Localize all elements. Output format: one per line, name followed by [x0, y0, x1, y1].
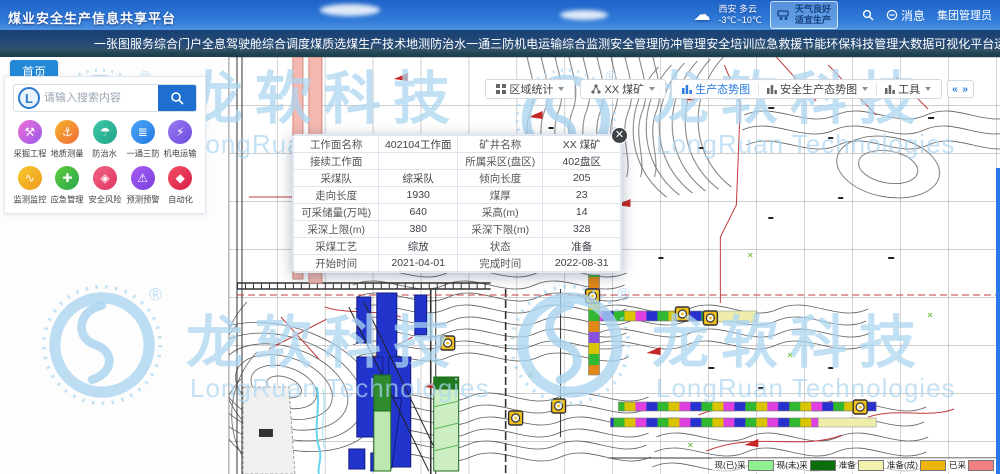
surface-gray-area — [243, 387, 295, 474]
workface-info-table: 工作面名称402104工作面 矿井名称XX 煤矿 接续工作面 所属采区(盘区)4… — [293, 135, 621, 272]
search-button[interactable] — [158, 84, 196, 112]
monitoring-icon: ∿ — [18, 166, 42, 190]
emergency-icon: ✚ — [55, 166, 79, 190]
production-weather-badge: 天气良好 适宜生产 — [770, 1, 838, 29]
search-icon[interactable] — [862, 9, 874, 21]
nav-item[interactable]: 应急救援 — [754, 35, 802, 52]
tools-button[interactable]: 工具 — [881, 81, 935, 97]
map-scrollbar[interactable] — [996, 168, 1000, 474]
tools-icon — [885, 84, 895, 94]
main-nav: 一张图服务 综合门户 全息驾驶舱 综合调度 煤质选煤 生产技术 地测防治水 一通… — [0, 30, 1000, 57]
electromechanical-icon: ⚡ — [168, 120, 192, 144]
nav-item[interactable]: 安全管理 — [610, 35, 658, 52]
longruan-logo-icon: L — [18, 87, 40, 109]
chart-icon — [682, 84, 692, 94]
message-icon — [886, 9, 898, 21]
region-stats-button[interactable]: 区域统计 — [492, 81, 568, 97]
nav-item[interactable]: 一通三防 — [466, 35, 514, 52]
region-stats-icon — [496, 84, 506, 94]
current-user[interactable]: 集团管理员 — [937, 7, 992, 23]
nav-item[interactable]: 平台运维 — [970, 35, 1000, 52]
search-input[interactable] — [44, 92, 158, 104]
app-window: { "banner": { "title": "煤业安全生产信息共享平台", "… — [0, 0, 1000, 474]
warning-icon: ⚠ — [131, 166, 155, 190]
app-yingji-guanli[interactable]: ✚应急管理 — [49, 166, 87, 206]
content-area: ® ® ® ® 龙软科技 龙软科技 LongRuan T — [0, 57, 1000, 474]
ventilation-icon: ≣ — [131, 120, 155, 144]
app-yuce-yujing[interactable]: ⚠预测预警 — [124, 166, 162, 206]
nav-item[interactable]: 综合调度 — [262, 35, 310, 52]
legend-swatch — [858, 460, 884, 471]
app-jidian-yunshu[interactable]: ⚡机电运输 — [161, 120, 199, 160]
svg-text:®: ® — [149, 284, 162, 304]
app-zidonghua[interactable]: ◆自动化 — [161, 166, 199, 206]
nav-item[interactable]: 一张图服务 — [94, 35, 154, 52]
app-anquan-fengxian[interactable]: ◈安全风险 — [86, 166, 124, 206]
mine-cart-icon — [777, 10, 791, 21]
app-yitong-sanfang[interactable]: ≣一通三防 — [124, 120, 162, 160]
legend-swatch — [810, 460, 836, 471]
mining-works-icon: ⚒ — [18, 120, 42, 144]
chevron-down-icon — [649, 87, 655, 91]
mine-node-icon — [591, 84, 601, 94]
close-icon[interactable]: ✕ — [611, 127, 628, 144]
sidebar-quick-panel: L ⚒采掘工程 ⚓地质测量 ☂防治水 ≣一通三防 ⚡机电运输 ∿监测监控 ✚应急… — [4, 76, 206, 214]
nav-item[interactable]: 全息驾驶舱 — [202, 35, 262, 52]
nav-item[interactable]: 地测防治水 — [406, 35, 466, 52]
top-banner: 煤业安全生产信息共享平台 ☁ 西安 多云 -3℃~10℃ 天气良好 适宜生产 — [0, 0, 1000, 57]
panel-collapse-button[interactable]: « » — [947, 80, 974, 98]
map-toolbar: 区域统计 XX 煤矿 生产态势图 安全生产态势图 — [485, 79, 974, 99]
app-shortcut-grid: ⚒采掘工程 ⚓地质测量 ☂防治水 ≣一通三防 ⚡机电运输 ∿监测监控 ✚应急管理… — [5, 116, 205, 210]
legend-swatch — [748, 460, 774, 471]
nav-item[interactable]: 机电运输 — [514, 35, 562, 52]
longruan-dragon-logo: ® — [40, 283, 164, 407]
safety-production-situation-button[interactable]: 安全生产态势图 — [763, 81, 872, 97]
app-fangzhishui[interactable]: ☂防治水 — [86, 120, 124, 160]
mining-status-legend: 现(已)采 现(未)采 准备 准备(成) 已采 — [712, 458, 996, 472]
cloud-icon: ☁ — [693, 5, 710, 25]
production-situation-button[interactable]: 生产态势图 — [678, 81, 754, 97]
app-dizhi-celiang[interactable]: ⚓地质测量 — [49, 120, 87, 160]
chevron-down-icon — [558, 87, 564, 91]
nav-item[interactable]: 安全培训 — [706, 35, 754, 52]
weather-text: 西安 多云 -3℃~10℃ — [718, 4, 761, 26]
app-jiance-jiankong[interactable]: ∿监测监控 — [11, 166, 49, 206]
messages-button[interactable]: 消息 — [886, 7, 925, 24]
chevron-down-icon — [862, 87, 868, 91]
cloud-decoration — [320, 4, 380, 16]
workface-info-dialog: ✕ 工作面名称402104工作面 矿井名称XX 煤矿 接续工作面 所属采区(盘区… — [292, 134, 622, 273]
app-caijue-gongcheng[interactable]: ⚒采掘工程 — [11, 120, 49, 160]
nav-item[interactable]: 大数据可视化 — [898, 35, 970, 52]
legend-swatch — [968, 460, 994, 471]
nav-item[interactable]: 节能环保 — [802, 35, 850, 52]
cloud-decoration — [560, 10, 608, 20]
nav-item[interactable]: 防冲管理 — [658, 35, 706, 52]
safety-risk-icon: ◈ — [93, 166, 117, 190]
geology-survey-icon: ⚓ — [55, 120, 79, 144]
nav-item[interactable]: 煤质选煤 — [310, 35, 358, 52]
water-control-icon: ☂ — [93, 120, 117, 144]
platform-title: 煤业安全生产信息共享平台 — [8, 8, 176, 27]
search-icon — [170, 91, 184, 105]
legend-swatch — [920, 460, 946, 471]
chevron-down-icon — [925, 87, 931, 91]
nav-item[interactable]: 综合监测 — [562, 35, 610, 52]
nav-item[interactable]: 综合门户 — [154, 35, 202, 52]
automation-icon: ◆ — [168, 166, 192, 190]
chart-icon — [767, 84, 777, 94]
nav-item[interactable]: 生产技术 — [358, 35, 406, 52]
weather-widget: ☁ 西安 多云 -3℃~10℃ 天气良好 适宜生产 — [693, 2, 1000, 28]
nav-item[interactable]: 科技管理 — [850, 35, 898, 52]
mine-select-button[interactable]: XX 煤矿 — [587, 81, 659, 97]
